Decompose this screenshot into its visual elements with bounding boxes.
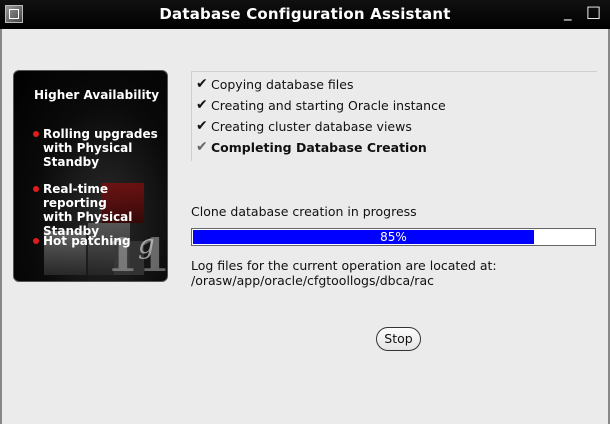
step-label: Completing Database Creation <box>211 140 427 155</box>
title-bar[interactable]: Database Configuration Assistant _ □ <box>0 0 610 29</box>
oracle-11g-graphic: 11 g <box>44 183 167 281</box>
promo-item-real-time-reporting: Real-time reporting with Physical Standb… <box>33 182 167 238</box>
promo-item-label: Rolling upgrades with Physical Standby <box>43 127 158 169</box>
progress-label: Clone database creation in progress <box>191 204 417 219</box>
promo-item-hot-patching: Hot patching <box>33 234 167 248</box>
step-completing-creation: ✔ Completing Database Creation <box>196 139 427 155</box>
progress-steps-list: ✔ Copying database files ✔ Creating and … <box>191 71 597 161</box>
progress-percent: 85% <box>380 230 407 244</box>
promo-item-label: Hot patching <box>43 234 131 248</box>
progress-bar: 85% <box>191 228 596 246</box>
promo-item-rolling-upgrades: Rolling upgrades with Physical Standby <box>33 127 167 169</box>
window-border-left <box>0 29 2 424</box>
pending-check-icon: ✔ <box>196 139 208 155</box>
check-icon: ✔ <box>196 118 208 134</box>
step-copying-files: ✔ Copying database files <box>196 76 354 92</box>
window-title: Database Configuration Assistant <box>159 5 451 23</box>
promo-panel: 11 g Higher Availability Rolling upgrade… <box>13 70 168 282</box>
step-label: Creating and starting Oracle instance <box>211 98 446 113</box>
red-bullet-icon <box>33 186 39 192</box>
stop-button[interactable]: Stop <box>376 327 421 351</box>
step-label: Copying database files <box>211 77 354 92</box>
red-bullet-icon <box>33 131 39 137</box>
promo-heading: Higher Availability <box>34 88 160 102</box>
maximize-button[interactable]: □ <box>586 2 601 21</box>
red-bullet-icon <box>33 238 39 244</box>
dbca-window: Database Configuration Assistant _ □ 11 <box>0 0 610 424</box>
minimize-button[interactable]: _ <box>564 3 572 21</box>
log-files-label: Log files for the current operation are … <box>191 258 497 273</box>
step-starting-instance: ✔ Creating and starting Oracle instance <box>196 97 446 113</box>
step-cluster-views: ✔ Creating cluster database views <box>196 118 412 134</box>
check-icon: ✔ <box>196 97 208 113</box>
step-label: Creating cluster database views <box>211 119 412 134</box>
promo-item-label: Real-time reporting with Physical Standb… <box>43 182 133 238</box>
check-icon: ✔ <box>196 76 208 92</box>
log-files-path: /orasw/app/oracle/cfgtoollogs/dbca/rac <box>191 273 434 288</box>
